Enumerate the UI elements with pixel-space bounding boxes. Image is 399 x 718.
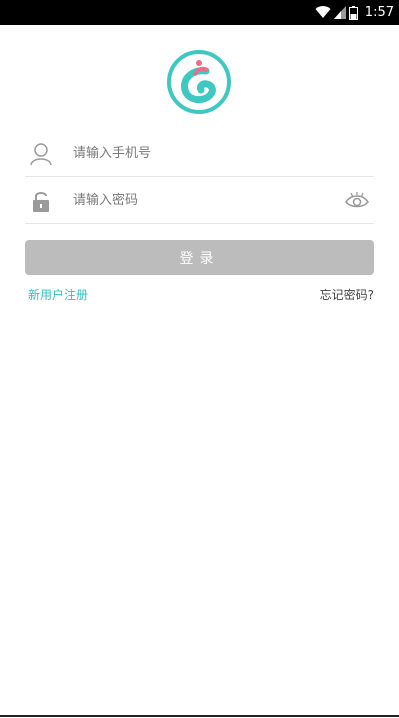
password-field-row bbox=[25, 177, 374, 224]
signal-icon bbox=[333, 6, 346, 19]
forgot-password-link[interactable]: 忘记密码? bbox=[320, 286, 374, 303]
lock-icon bbox=[33, 192, 49, 212]
wifi-icon bbox=[315, 6, 331, 19]
eye-icon[interactable] bbox=[345, 191, 369, 209]
phone-field-row bbox=[25, 130, 374, 177]
phone-input[interactable] bbox=[73, 130, 333, 176]
login-button[interactable]: 登录 bbox=[25, 240, 374, 275]
user-icon bbox=[30, 143, 52, 166]
app-logo bbox=[166, 49, 232, 115]
register-link[interactable]: 新用户注册 bbox=[28, 286, 88, 303]
status-time: 1:57 bbox=[364, 5, 394, 20]
password-input[interactable] bbox=[73, 177, 333, 223]
bottom-divider bbox=[0, 715, 399, 717]
battery-icon bbox=[348, 5, 358, 20]
status-bar: 1:57 bbox=[0, 0, 399, 25]
